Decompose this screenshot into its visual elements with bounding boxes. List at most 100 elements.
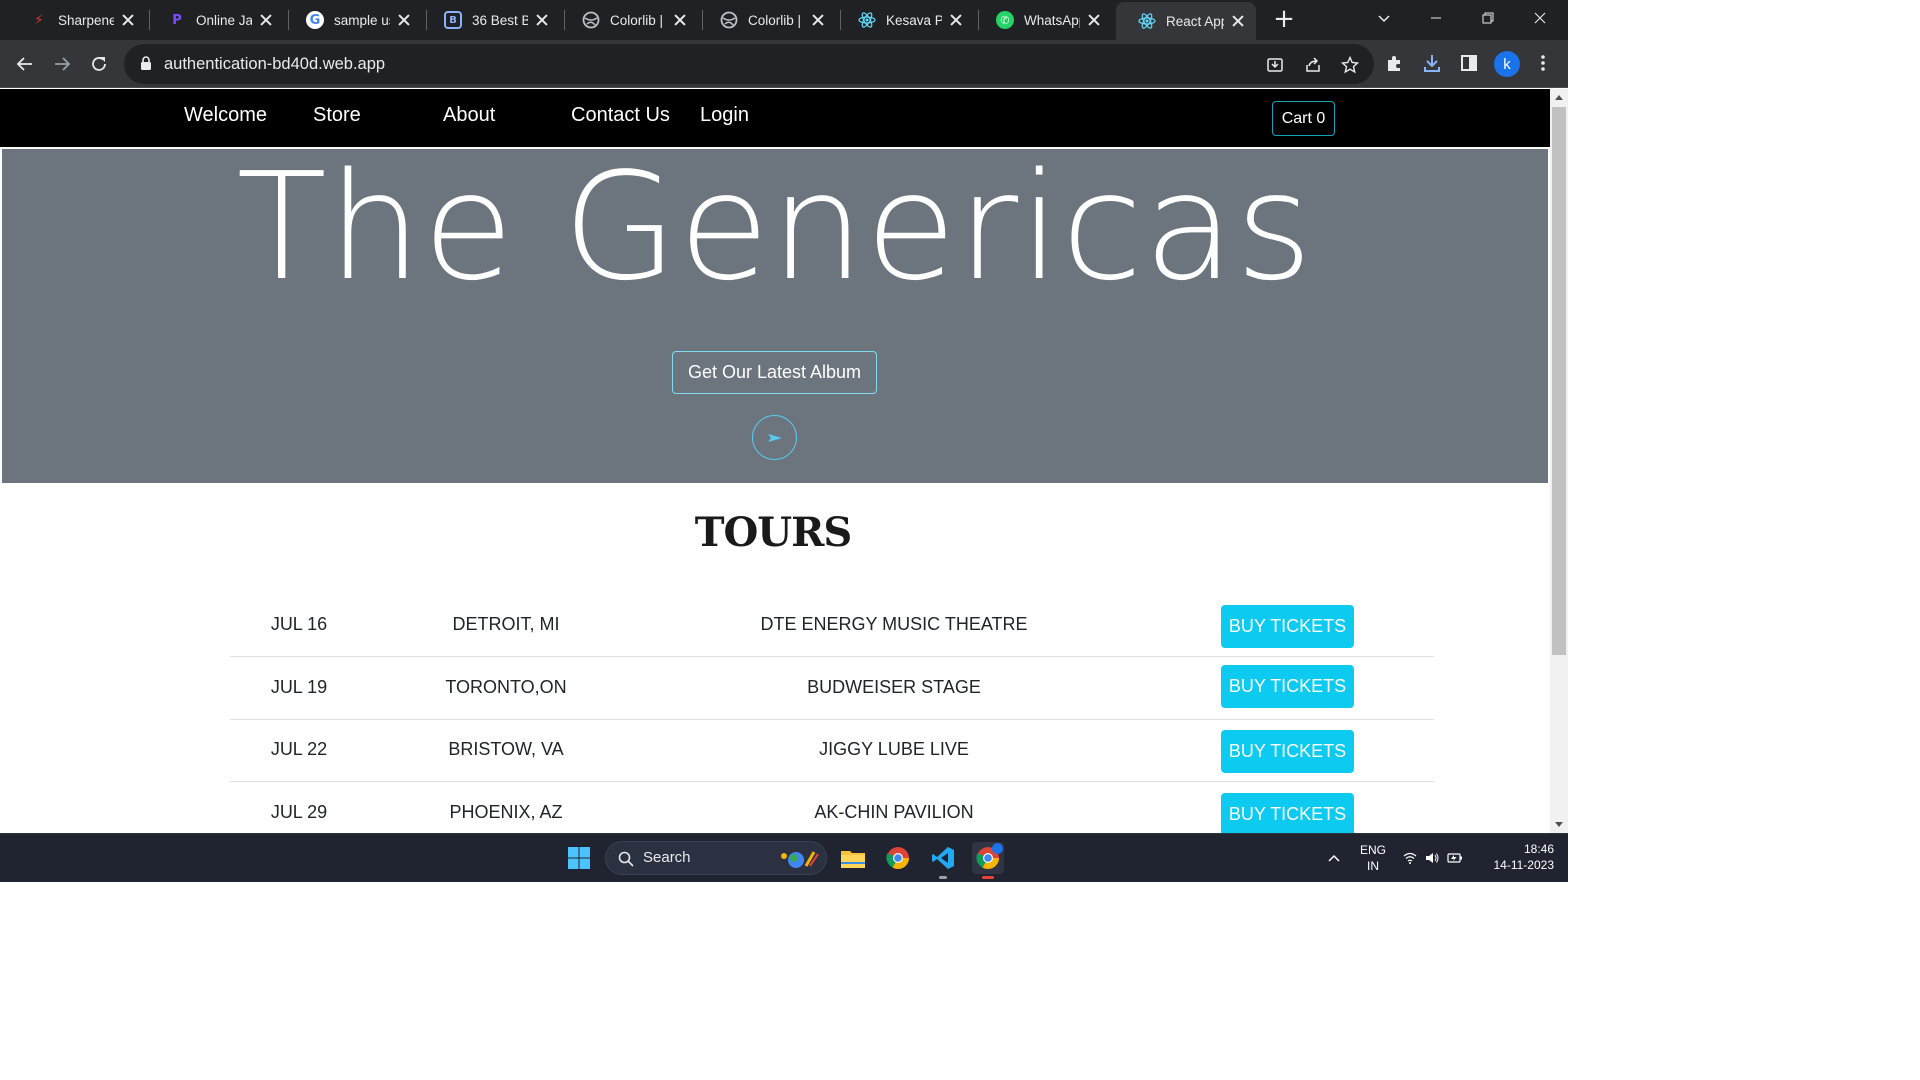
- browser-tab[interactable]: Colorlib | F: [560, 0, 698, 40]
- restore-button[interactable]: [1462, 0, 1514, 36]
- tab-title: WhatsApp: [1024, 12, 1080, 28]
- new-tab-button[interactable]: +: [1272, 6, 1296, 32]
- close-icon[interactable]: [1230, 13, 1246, 29]
- close-icon[interactable]: [948, 12, 964, 28]
- scrollbar-thumb[interactable]: [1552, 107, 1566, 655]
- tour-row: JUL 29 PHOENIX, AZ AK-CHIN PAVILION BUY …: [230, 783, 1434, 833]
- tour-venue: AK-CHIN PAVILION: [814, 802, 974, 822]
- side-panel-icon[interactable]: [1458, 52, 1480, 74]
- minimize-button[interactable]: [1410, 0, 1462, 36]
- chrome-icon: [886, 847, 909, 869]
- reload-button[interactable]: [87, 52, 111, 76]
- language-indicator[interactable]: ENG IN: [1356, 843, 1390, 873]
- play-button[interactable]: [752, 415, 797, 460]
- forward-button[interactable]: [50, 52, 74, 76]
- buy-tickets-button[interactable]: BUY TICKETS: [1221, 793, 1354, 833]
- browser-tab[interactable]: ✆ WhatsApp: [974, 0, 1112, 40]
- search-icon: [618, 851, 634, 867]
- close-icon[interactable]: [396, 12, 412, 28]
- tour-date: JUL 22: [270, 739, 328, 759]
- site-navbar: Welcome Store About Contact Us Login Car…: [0, 89, 1550, 147]
- browser-toolbar: authentication-bd40d.web.app k: [0, 40, 1568, 88]
- tab-search-button[interactable]: [1358, 0, 1410, 36]
- file-explorer-button[interactable]: [837, 842, 869, 874]
- tour-venue: JIGGY LUBE LIVE: [819, 739, 969, 759]
- nav-link-store[interactable]: Store: [313, 104, 361, 127]
- nav-link-login[interactable]: Login: [700, 104, 749, 127]
- star-icon[interactable]: [1340, 55, 1360, 75]
- close-icon[interactable]: [120, 12, 136, 28]
- start-button[interactable]: [563, 842, 595, 874]
- nav-link-about[interactable]: About: [443, 104, 495, 127]
- buy-tickets-button[interactable]: BUY TICKETS: [1221, 665, 1354, 708]
- browser-tab[interactable]: B 36 Best Bo: [422, 0, 560, 40]
- browser-tab[interactable]: Colorlib | F: [698, 0, 836, 40]
- close-icon[interactable]: [810, 12, 826, 28]
- close-window-button[interactable]: [1514, 0, 1566, 36]
- clock[interactable]: 18:46 14-11-2023: [1478, 842, 1555, 872]
- close-icon[interactable]: [534, 12, 550, 28]
- arrow-left-icon: [16, 57, 32, 71]
- windows-taskbar: Search ENG IN 18:46 14-11-2023: [0, 833, 1568, 882]
- tour-city: BRISTOW, VA: [448, 739, 564, 759]
- region-code: IN: [1367, 859, 1379, 873]
- clock-date: 14-11-2023: [1493, 858, 1555, 872]
- volume-icon: [1426, 853, 1439, 863]
- kebab-menu-icon[interactable]: [1532, 52, 1554, 74]
- running-indicator: [939, 876, 947, 879]
- browser-tab-strip: ⚡ Sharpener P Online Java G sample use B…: [0, 0, 1568, 40]
- page-scrollbar[interactable]: [1550, 89, 1568, 833]
- tour-row: JUL 19 TORONTO,ON BUDWEISER STAGE BUY TI…: [230, 658, 1434, 720]
- tour-date: JUL 16: [270, 614, 328, 634]
- scroll-down-icon[interactable]: [1555, 822, 1563, 827]
- buy-tickets-button[interactable]: BUY TICKETS: [1221, 605, 1354, 648]
- browser-tab-active[interactable]: React App: [1116, 2, 1256, 40]
- clock-time: 18:46: [1523, 842, 1554, 856]
- close-icon[interactable]: [258, 12, 274, 28]
- globe-icon: [582, 11, 600, 29]
- bootstrap-icon: B: [444, 11, 462, 29]
- browser-tab[interactable]: ⚡ Sharpener: [8, 0, 146, 40]
- install-app-icon[interactable]: [1265, 55, 1285, 75]
- extensions-icon[interactable]: [1384, 52, 1406, 74]
- chrome-taskbar-button[interactable]: [882, 842, 914, 874]
- latest-album-button[interactable]: Get Our Latest Album: [672, 351, 877, 394]
- restore-icon: [1482, 12, 1494, 24]
- profile-avatar[interactable]: k: [1494, 51, 1520, 77]
- scroll-up-icon[interactable]: [1555, 95, 1563, 100]
- system-tray-status[interactable]: [1398, 842, 1468, 874]
- browser-tab[interactable]: G sample use: [284, 0, 422, 40]
- vscode-icon: [932, 847, 954, 869]
- browser-tab[interactable]: P Online Java: [146, 0, 284, 40]
- whatsapp-icon: ✆: [996, 11, 1014, 29]
- browser-tab[interactable]: Kesava Pra: [836, 0, 974, 40]
- tray-overflow-button[interactable]: [1318, 842, 1350, 874]
- chevron-down-icon: [1378, 15, 1390, 23]
- buy-tickets-button[interactable]: BUY TICKETS: [1221, 730, 1354, 773]
- close-icon[interactable]: [1086, 12, 1102, 28]
- back-button[interactable]: [13, 52, 37, 76]
- tour-city: DETROIT, MI: [452, 614, 560, 634]
- tab-title: Colorlib | F: [610, 12, 666, 28]
- battery-icon: [1447, 853, 1462, 863]
- search-highlight-icon: [781, 851, 819, 868]
- react-icon: [858, 11, 876, 29]
- chrome-profile-taskbar-button[interactable]: [972, 842, 1004, 879]
- programiz-icon: P: [172, 12, 182, 28]
- vscode-taskbar-button[interactable]: [927, 842, 959, 879]
- tab-title: sample use: [334, 12, 390, 28]
- cart-button[interactable]: Cart 0: [1272, 101, 1335, 136]
- react-icon: [1138, 12, 1156, 30]
- play-icon: [767, 433, 782, 442]
- chevron-up-icon: [1328, 854, 1340, 862]
- share-icon[interactable]: [1303, 55, 1323, 75]
- search-label: Search: [643, 849, 691, 866]
- taskbar-search[interactable]: Search: [605, 841, 827, 875]
- nav-link-welcome[interactable]: Welcome: [184, 104, 267, 127]
- sharpener-icon: ⚡: [34, 12, 44, 28]
- close-icon[interactable]: [672, 12, 688, 28]
- nav-link-contact[interactable]: Contact Us: [571, 104, 670, 127]
- download-icon[interactable]: [1421, 52, 1443, 74]
- tab-title: 36 Best Bo: [472, 12, 528, 28]
- address-bar[interactable]: authentication-bd40d.web.app: [124, 44, 1374, 84]
